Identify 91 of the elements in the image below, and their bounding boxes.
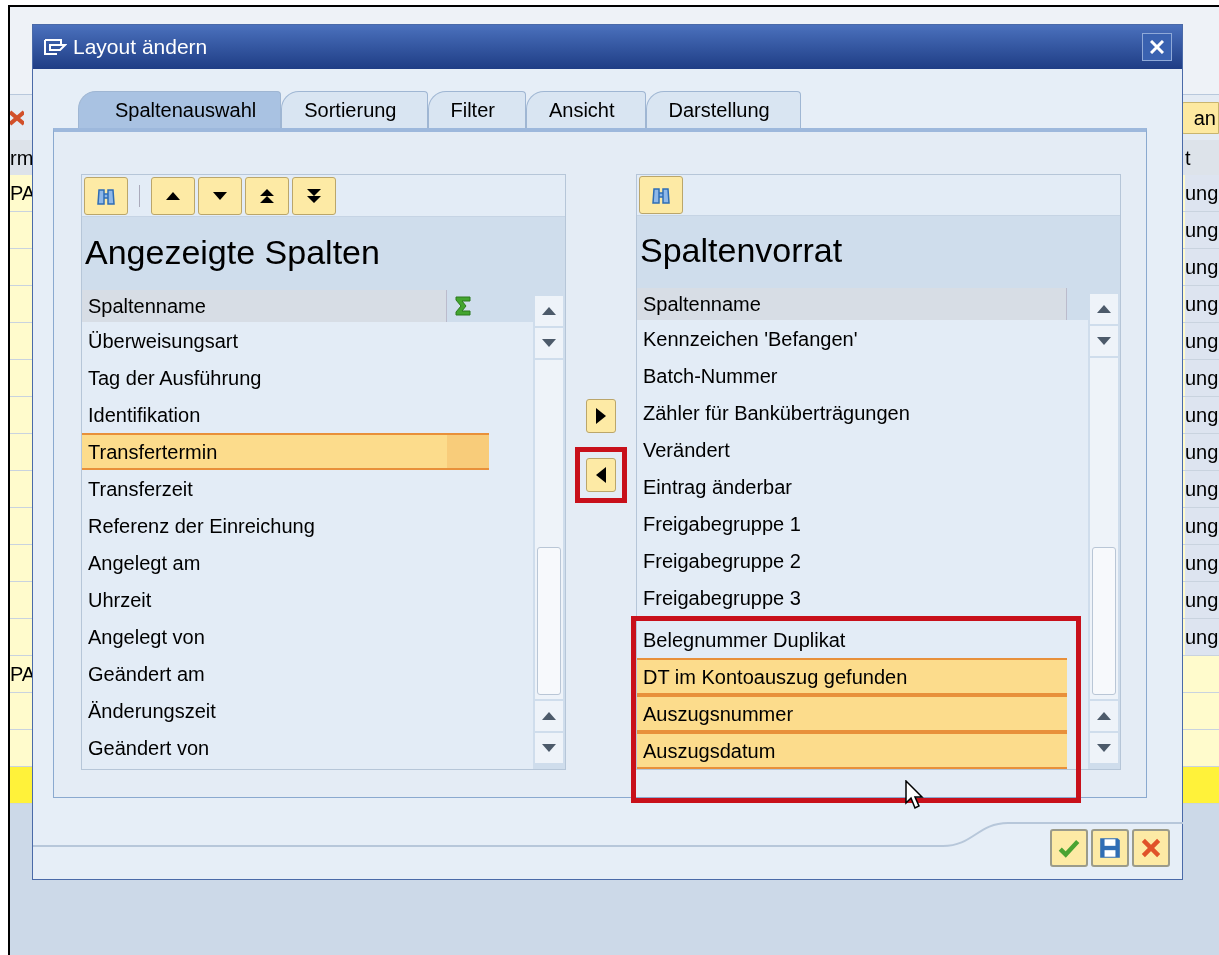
find-button[interactable] [84,176,128,215]
column-list-item[interactable]: Identifikation [82,396,489,433]
table-cell-text: ung [1185,440,1219,465]
down-triangle-icon [1097,744,1111,752]
scroll-up-button[interactable] [535,296,563,326]
cancel-button[interactable] [1132,829,1170,867]
column-list-item[interactable]: Geändert von [82,729,489,766]
table-cell-text: ung [1185,551,1219,576]
scroll-up-button[interactable] [535,701,563,731]
panel-title: Spaltenvorrat [640,230,843,272]
tab[interactable]: Spaltenauswahl [78,91,282,128]
move-right-button[interactable] [586,399,616,433]
column-list-item[interactable]: Uhrzeit [82,581,489,618]
scroll-down-button[interactable] [535,328,563,358]
scroll-down-button[interactable] [535,733,563,763]
double-up-triangle-button[interactable] [245,176,289,215]
column-list-item[interactable]: Angelegt am [82,544,489,581]
close-button[interactable] [1142,33,1172,61]
column-list-item[interactable]: Überweisungsart [82,322,489,359]
column-header: Spaltenname [82,290,447,322]
down-triangle-icon [542,744,556,752]
table-cell-text: ung [1185,218,1219,243]
column-list-item[interactable]: Transferzeit [82,470,489,507]
up-triangle-button[interactable] [151,176,195,215]
tab[interactable]: Filter [427,91,526,128]
scrollbar-track[interactable] [535,360,563,699]
column-list-item[interactable]: Verändert [637,431,1067,468]
table-cell-text: ung [1185,477,1219,502]
column-list-item[interactable]: DT im Kontoauszug gefunden [637,658,1067,695]
column-list-item[interactable]: Auszugsnummer [637,695,1067,732]
up-triangle-icon [1097,712,1111,720]
cross-icon [1139,836,1163,860]
column-list-item[interactable]: Eintrag änderbar [637,468,1067,505]
mouse-pointer-icon [905,780,925,810]
right-triangle-icon [596,408,606,424]
column-list-item[interactable]: Belegnummer Duplikat [637,621,1067,658]
delete-icon[interactable] [10,108,24,127]
save-button[interactable] [1091,829,1129,867]
column-header: t [1185,145,1192,171]
scrollbar-track[interactable] [1090,358,1118,699]
scrollbar-thumb[interactable] [1092,547,1116,695]
column-list-item[interactable]: Auszugsdatum [637,732,1067,769]
column-list-item[interactable]: Zähler für Banküberträgungen [637,394,1067,431]
column-list-item[interactable]: Tag der Ausführung [82,359,489,396]
table-cell-text: ung [1185,588,1219,613]
table-cell-text: ung [1185,329,1219,354]
table-cell-text: ung [1185,366,1219,391]
scroll-up-button[interactable] [1090,294,1118,324]
sum-icon [453,295,473,317]
column-list-item[interactable]: Batch-Nummer [637,357,1067,394]
up-triangle-icon [1097,305,1111,313]
column-header: Spaltenname [637,288,1067,320]
down-triangle-icon [1097,337,1111,345]
column-list-item[interactable]: Geändert am [82,655,489,692]
find-button[interactable] [639,176,683,215]
table-cell-text: ung [1185,403,1219,428]
find-icon [651,185,671,206]
move-left-button[interactable] [586,458,616,492]
table-cell-text: ung [1185,292,1219,317]
window-title: Layout ändern [73,34,208,61]
scroll-down-button[interactable] [1090,733,1118,763]
panel-title: Angezeigte Spalten [85,231,380,273]
table-cell-text: ung [1185,625,1219,650]
column-list-item[interactable]: Freigabegruppe 1 [637,505,1067,542]
column-list-item[interactable]: Freigabegruppe 2 [637,542,1067,579]
scroll-down-button[interactable] [1090,326,1118,356]
column-list-item[interactable]: Freigabegruppe 3 [637,579,1067,616]
down-triangle-button[interactable] [198,176,242,215]
up-triangle-icon [542,712,556,720]
left-triangle-icon [596,467,606,483]
column-list-item[interactable]: Änderungszeit [82,692,489,729]
double-down-triangle-button[interactable] [292,176,336,215]
up-triangle-icon [542,307,556,315]
column-list-item[interactable]: Referenz der Einreichung [82,507,489,544]
down-triangle-icon [542,339,556,347]
column-header: rm [10,145,34,171]
scrollbar-thumb[interactable] [537,547,561,695]
scroll-up-button[interactable] [1090,701,1118,731]
column-list-item[interactable]: Kennzeichen 'Befangen' [637,320,1067,357]
column-list-item[interactable]: Transfertermin [82,433,489,470]
tab[interactable]: Sortierung [281,91,428,128]
table-cell-text: ung [1185,255,1219,280]
confirm-button[interactable] [1050,829,1088,867]
column-list-item[interactable]: Angelegt von [82,618,489,655]
table-cell-text: ung [1185,514,1219,539]
close-icon [1150,40,1164,54]
table-cell-text: ung [1185,181,1219,206]
toolbar-button[interactable]: an [1180,101,1219,134]
layout-edit-icon [43,36,67,58]
tab[interactable]: Darstellung [645,91,801,128]
tab[interactable]: Ansicht [525,91,646,128]
